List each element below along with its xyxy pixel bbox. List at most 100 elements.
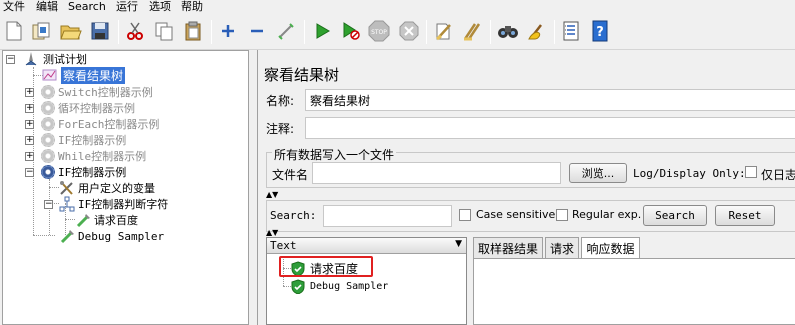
svg-text:?: ?: [596, 25, 604, 40]
tree-node-test-plan[interactable]: 测试计划: [23, 51, 87, 67]
collapse-toggle[interactable]: −: [44, 200, 53, 209]
collapse-icon[interactable]: [246, 20, 268, 42]
tools-icon: [60, 181, 73, 195]
templates-icon[interactable]: [30, 20, 52, 42]
tab-response-data[interactable]: 响应数据: [581, 237, 640, 259]
renderer-value: Text: [270, 239, 297, 252]
comment-label: 注释:: [266, 122, 295, 136]
highlight-annotation: [279, 256, 373, 277]
tree-node-if-condition[interactable]: IF控制器判断字符: [59, 196, 168, 212]
test-plan-tree[interactable]: − 测试计划 察看结果树 + Switch控制器示例 + 循环控制器示例 + F…: [2, 50, 249, 325]
menu-search[interactable]: Search: [68, 0, 106, 14]
tree-label: 循环控制器示例: [58, 102, 135, 115]
tree-label: IF控制器示例: [58, 166, 127, 179]
search-label: Search:: [270, 209, 317, 222]
dropdown-arrow-icon: ▼: [455, 239, 462, 249]
expand-toggle[interactable]: +: [25, 152, 34, 161]
tree-label: IF控制器判断字符: [78, 198, 169, 211]
errors-only-checkbox[interactable]: [745, 166, 757, 178]
stop-icon[interactable]: STOP: [368, 20, 390, 42]
filename-label: 文件名: [272, 168, 309, 182]
open-icon[interactable]: [60, 20, 82, 42]
toggle-icon[interactable]: [275, 20, 297, 42]
clear-all-icon[interactable]: [461, 20, 483, 42]
tree-label: ForEach控制器示例: [58, 118, 160, 131]
renderer-select[interactable]: Text ▼: [267, 238, 466, 254]
menu-help[interactable]: 帮助: [181, 0, 203, 14]
tree-node-user-defined-variables[interactable]: 用户定义的变量: [59, 180, 155, 196]
tree-node-view-results-tree[interactable]: 察看结果树: [41, 66, 126, 84]
menu-edit[interactable]: 编辑: [36, 0, 58, 14]
menu-file[interactable]: 文件: [3, 0, 25, 14]
function-helper-icon[interactable]: [560, 20, 582, 42]
clear-icon[interactable]: [432, 20, 454, 42]
menu-bar: 文件 编辑 Search 运行 选项 帮助: [0, 0, 795, 14]
gear-icon: [41, 149, 55, 163]
tree-label: Debug Sampler: [78, 229, 165, 243]
gear-icon: [41, 117, 55, 131]
tab-request[interactable]: 请求: [545, 237, 579, 258]
tree-label: 请求百度: [94, 214, 138, 227]
name-field[interactable]: 察看结果树: [305, 89, 795, 111]
result-label: Debug Sampler: [310, 280, 389, 292]
paste-icon[interactable]: [182, 20, 204, 42]
name-value: 察看结果树: [310, 94, 371, 108]
tree-node-debug-sampler[interactable]: Debug Sampler: [59, 228, 164, 244]
listener-icon: [42, 69, 57, 81]
new-icon[interactable]: [3, 20, 25, 42]
start-no-timers-icon[interactable]: [340, 20, 362, 42]
tree-label: While控制器示例: [58, 150, 147, 163]
start-icon[interactable]: [311, 20, 333, 42]
search-button[interactable]: Search: [643, 205, 707, 226]
reset-button[interactable]: Reset: [715, 205, 775, 226]
help-icon[interactable]: ?: [589, 20, 611, 42]
cut-icon[interactable]: [124, 20, 146, 42]
gear-icon: [41, 85, 55, 99]
expand-icon[interactable]: [217, 20, 239, 42]
comment-field[interactable]: [305, 117, 795, 139]
save-icon[interactable]: [89, 20, 111, 42]
results-list[interactable]: Text ▼ 请求百度 Debug Sampler: [266, 237, 467, 325]
expand-toggle[interactable]: +: [25, 136, 34, 145]
result-debug-sampler[interactable]: Debug Sampler: [291, 278, 388, 294]
tree-node-loop-controller[interactable]: 循环控制器示例: [41, 100, 135, 116]
expand-toggle[interactable]: +: [25, 120, 34, 129]
copy-icon[interactable]: [153, 20, 175, 42]
tree-node-if-controller[interactable]: IF控制器示例: [41, 164, 126, 180]
expand-toggle[interactable]: +: [25, 104, 34, 113]
toolbar: STOP ?: [0, 14, 795, 50]
name-label: 名称:: [266, 94, 295, 108]
tree-node-foreach-controller[interactable]: ForEach控制器示例: [41, 116, 159, 132]
search-input[interactable]: [323, 205, 452, 227]
tree-node-switch-controller[interactable]: Switch控制器示例: [41, 84, 153, 100]
tree-label: 用户定义的变量: [78, 182, 155, 195]
tree-node-if-controller-disabled[interactable]: IF控制器示例: [41, 132, 126, 148]
regex-checkbox[interactable]: [556, 209, 568, 221]
tree-label: IF控制器示例: [58, 134, 127, 147]
splitter-arrows[interactable]: ▲▼: [266, 191, 278, 199]
menu-run[interactable]: 运行: [116, 0, 138, 14]
log-display-label: Log/Display Only:: [633, 167, 746, 180]
view-results-tree-panel: 察看结果树 名称: 察看结果树 注释: 所有数据写入一个文件 文件名 浏览...…: [257, 50, 795, 325]
tab-content: [473, 258, 795, 325]
sampler-pipette-icon: [76, 214, 90, 228]
panel-title: 察看结果树: [264, 66, 340, 84]
shutdown-icon[interactable]: [398, 20, 420, 42]
binoculars-search-icon[interactable]: [497, 20, 519, 42]
expand-toggle[interactable]: +: [25, 88, 34, 97]
case-sensitive-checkbox[interactable]: [459, 209, 471, 221]
filename-input[interactable]: [312, 162, 561, 184]
test-plan-icon: [25, 52, 37, 66]
browse-button[interactable]: 浏览...: [569, 163, 627, 183]
splitter-arrows[interactable]: ▲▼: [266, 229, 278, 237]
collapse-root-toggle[interactable]: −: [6, 55, 15, 64]
tree-node-while-controller[interactable]: While控制器示例: [41, 148, 146, 164]
tree-node-request-baidu[interactable]: 请求百度: [75, 212, 138, 228]
menu-options[interactable]: 选项: [149, 0, 171, 14]
tree-label: 测试计划: [43, 53, 87, 66]
gear-icon: [41, 165, 55, 179]
tab-sampler-result[interactable]: 取样器结果: [473, 237, 543, 258]
collapse-toggle[interactable]: −: [25, 168, 34, 177]
reset-search-icon[interactable]: [526, 20, 548, 42]
regex-label: Regular exp.: [572, 208, 642, 221]
